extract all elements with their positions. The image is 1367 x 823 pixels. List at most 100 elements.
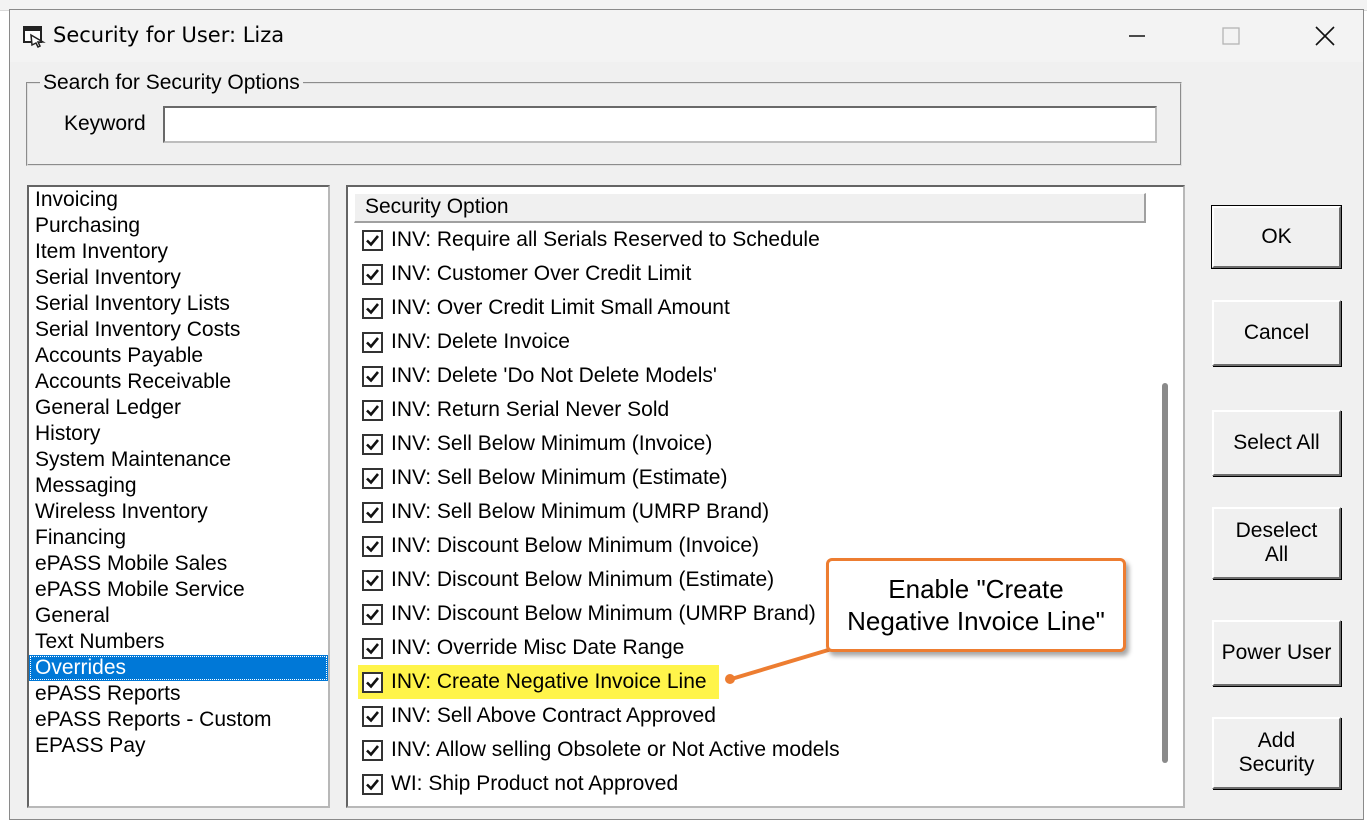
category-list[interactable]: Invoicing Purchasing Item Inventory Serial … [27, 185, 330, 808]
checkmark-icon [366, 608, 380, 620]
security-option-row[interactable]: WI: Ship Product not Approved [362, 769, 678, 799]
option-checkbox[interactable] [362, 671, 383, 693]
deselect-all-button[interactable]: Deselect All [1212, 507, 1341, 579]
column-header-security-option[interactable]: Security Option [354, 193, 1146, 223]
search-group-label: Search for Security Options [40, 71, 303, 95]
category-item[interactable]: ePASS Reports - Custom [29, 707, 328, 733]
category-item[interactable]: Purchasing [29, 213, 328, 239]
category-item[interactable]: Invoicing [29, 187, 328, 213]
category-item[interactable]: History [29, 421, 328, 447]
option-label: INV: Over Credit Limit Small Amount [391, 296, 730, 319]
security-option-row[interactable]: INV: Allow selling Obsolete or Not Activ… [362, 735, 840, 765]
option-checkbox[interactable] [362, 637, 383, 659]
checkmark-icon [366, 642, 380, 654]
checkmark-icon [366, 778, 380, 790]
option-checkbox[interactable] [362, 399, 383, 421]
select-all-button[interactable]: Select All [1212, 410, 1341, 476]
security-dialog: Security for User: Liza Search for Secur… [9, 9, 1364, 820]
category-item[interactable]: Text Numbers [29, 629, 328, 655]
category-item[interactable]: ePASS Mobile Sales [29, 551, 328, 577]
category-item[interactable]: Financing [29, 525, 328, 551]
option-checkbox[interactable] [362, 773, 383, 795]
checkmark-icon [366, 540, 380, 552]
category-item[interactable]: EPASS Pay [29, 733, 328, 759]
category-item[interactable]: General Ledger [29, 395, 328, 421]
option-label: INV: Allow selling Obsolete or Not Activ… [391, 738, 840, 761]
security-option-row[interactable]: INV: Customer Over Credit Limit [362, 259, 691, 289]
annotation-callout: Enable "Create Negative Invoice Line" [826, 558, 1126, 652]
checkmark-icon [366, 370, 380, 382]
option-label: INV: Return Serial Never Sold [391, 398, 670, 421]
security-option-row[interactable]: INV: Sell Below Minimum (UMRP Brand) [362, 497, 769, 527]
add-security-button[interactable]: Add Security [1212, 717, 1341, 789]
window-title: Security for User: Liza [53, 23, 285, 47]
security-option-row[interactable]: INV: Discount Below Minimum (Estimate) [362, 565, 774, 595]
category-item[interactable]: Wireless Inventory [29, 499, 328, 525]
option-checkbox[interactable] [362, 569, 383, 591]
security-option-row[interactable]: INV: Return Serial Never Sold [362, 395, 669, 425]
cancel-button[interactable]: Cancel [1212, 300, 1341, 366]
category-item[interactable]: ePASS Mobile Service [29, 577, 328, 603]
checkmark-icon [366, 234, 380, 246]
option-checkbox[interactable] [362, 467, 383, 489]
title-bar[interactable]: Security for User: Liza [10, 10, 1363, 62]
checkmark-icon [366, 574, 380, 586]
category-item[interactable]: System Maintenance [29, 447, 328, 473]
security-option-row[interactable]: INV: Delete 'Do Not Delete Models' [362, 361, 717, 391]
close-button[interactable] [1302, 18, 1348, 54]
checkmark-icon [366, 676, 380, 688]
category-item[interactable]: Serial Inventory Lists [29, 291, 328, 317]
category-item[interactable]: Messaging [29, 473, 328, 499]
security-option-row[interactable]: INV: Sell Below Minimum (Estimate) [362, 463, 727, 493]
category-item[interactable]: General [29, 603, 328, 629]
option-checkbox[interactable] [362, 739, 383, 761]
option-label: INV: Discount Below Minimum (Estimate) [391, 568, 775, 591]
keyword-label: Keyword [64, 112, 146, 135]
security-option-row[interactable]: INV: Discount Below Minimum (UMRP Brand) [362, 599, 816, 629]
security-option-row[interactable]: INV: Sell Below Minimum (Invoice) [362, 429, 712, 459]
option-checkbox[interactable] [362, 365, 383, 387]
minimize-icon [1129, 35, 1145, 37]
option-checkbox[interactable] [362, 263, 383, 285]
option-checkbox[interactable] [362, 297, 383, 319]
category-item[interactable]: Overrides [29, 655, 328, 681]
category-item[interactable]: Accounts Receivable [29, 369, 328, 395]
security-option-row[interactable]: INV: Create Negative Invoice Line [358, 665, 719, 699]
option-label: INV: Delete Invoice [391, 330, 570, 353]
option-label: INV: Require all Serials Reserved to Sch… [391, 228, 820, 251]
security-option-row[interactable]: INV: Over Credit Limit Small Amount [362, 293, 730, 323]
category-item[interactable]: Accounts Payable [29, 343, 328, 369]
security-option-row[interactable]: INV: Sell Above Contract Approved [362, 701, 716, 731]
option-checkbox[interactable] [362, 603, 383, 625]
category-item[interactable]: Serial Inventory [29, 265, 328, 291]
checkmark-icon [366, 506, 380, 518]
option-checkbox[interactable] [362, 501, 383, 523]
maximize-button[interactable] [1208, 18, 1254, 54]
option-label: INV: Override Misc Date Range [391, 636, 685, 659]
keyword-input[interactable] [163, 106, 1157, 143]
minimize-button[interactable] [1114, 18, 1160, 54]
maximize-icon [1222, 27, 1240, 45]
option-label: INV: Create Negative Invoice Line [391, 670, 707, 693]
option-label: WI: Ship Product not Approved [391, 772, 679, 795]
power-user-button[interactable]: Power User [1212, 620, 1341, 686]
security-option-row[interactable]: INV: Require all Serials Reserved to Sch… [362, 225, 820, 255]
option-checkbox[interactable] [362, 229, 383, 251]
option-checkbox[interactable] [362, 331, 383, 353]
security-options-grid[interactable]: Security Option INV: Require all Serials… [346, 185, 1185, 808]
security-option-row[interactable]: INV: Discount Below Minimum (Invoice) [362, 531, 759, 561]
security-option-row[interactable]: INV: Delete Invoice [362, 327, 570, 357]
option-checkbox[interactable] [362, 433, 383, 455]
option-label: INV: Customer Over Credit Limit [391, 262, 692, 285]
ok-button[interactable]: OK [1211, 205, 1342, 269]
category-item[interactable]: Item Inventory [29, 239, 328, 265]
checkmark-icon [366, 710, 380, 722]
security-app-icon [23, 26, 46, 48]
vertical-scrollbar[interactable] [1162, 383, 1168, 763]
security-option-row[interactable]: INV: Override Misc Date Range [362, 633, 684, 663]
option-checkbox[interactable] [362, 535, 383, 557]
category-item[interactable]: ePASS Reports [29, 681, 328, 707]
checkmark-icon [366, 336, 380, 348]
option-checkbox[interactable] [362, 705, 383, 727]
category-item[interactable]: Serial Inventory Costs [29, 317, 328, 343]
